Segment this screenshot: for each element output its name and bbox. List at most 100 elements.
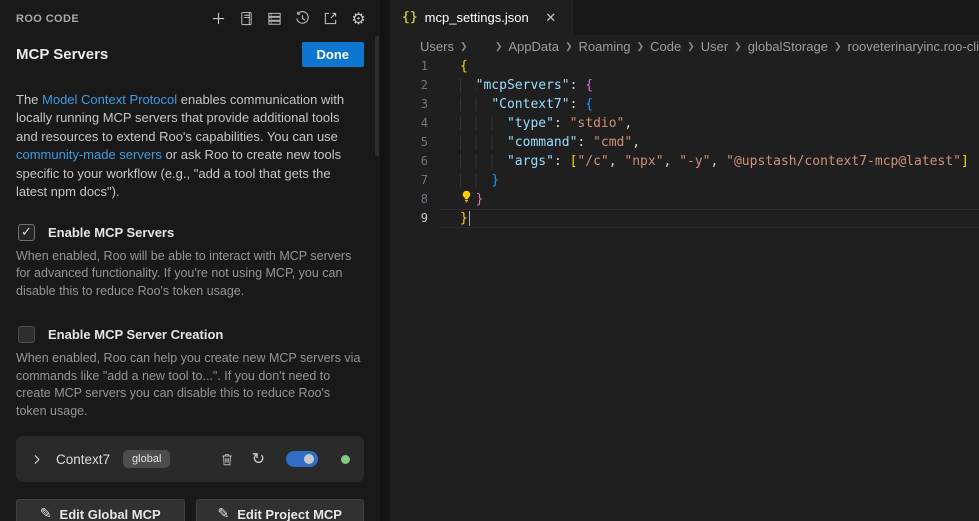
scope-badge: global xyxy=(123,450,170,468)
code-token: { xyxy=(460,59,468,74)
code-line[interactable]: 6 "args": ["/c", "npx", "-y", "@upstash/… xyxy=(390,152,979,171)
chevron-right-icon: ❯ xyxy=(687,40,695,52)
json-braces-icon: {} xyxy=(402,10,418,25)
chevron-right-icon: ❯ xyxy=(734,40,742,52)
mcp-server-icon[interactable] xyxy=(265,9,284,28)
code-line[interactable]: 3 "Context7": { xyxy=(390,95,979,114)
roo-code-panel: ROO CODE ⚙ MCP Servers Done The Model Co… xyxy=(0,0,385,521)
indent-guides xyxy=(460,78,476,93)
code-token: : xyxy=(570,97,586,112)
code-token: "cmd" xyxy=(593,135,632,150)
breadcrumb: Users ❯ ❯ AppData ❯ Roaming ❯ Code ❯ User ❯ globalS… xyxy=(390,35,979,57)
code-token: "/c" xyxy=(577,154,608,169)
enable-mcp-servers-description: When enabled, Roo will be able to intera… xyxy=(16,248,364,301)
breadcrumb-item[interactable]: Roaming xyxy=(579,39,631,54)
breadcrumb-item[interactable]: rooveterinaryinc.roo-cli xyxy=(848,39,979,54)
indent-guides xyxy=(460,154,507,169)
chevron-right-icon: ❯ xyxy=(834,40,842,52)
status-dot xyxy=(341,455,350,464)
enable-mcp-creation-description: When enabled, Roo can help you create ne… xyxy=(16,350,364,420)
code-token: : xyxy=(570,78,586,93)
close-icon[interactable]: ✕ xyxy=(542,9,560,27)
indent-guides xyxy=(460,173,491,188)
code-token: "command" xyxy=(507,135,577,150)
notebook-icon[interactable] xyxy=(237,9,256,28)
code-token: "stdio" xyxy=(570,116,625,131)
indent-guides xyxy=(460,135,507,150)
chevron-right-icon[interactable] xyxy=(30,453,43,466)
page-title: MCP Servers xyxy=(16,46,108,63)
code-token: : xyxy=(554,116,570,131)
tab-mcp-settings-json[interactable]: {} mcp_settings.json ✕ xyxy=(390,0,573,35)
pencil-icon: ✎ xyxy=(218,506,230,521)
code-line[interactable]: 8} xyxy=(390,190,979,209)
code-line[interactable]: 9} xyxy=(390,209,979,228)
panel-scrollbar[interactable] xyxy=(375,36,379,156)
enable-mcp-servers-label: Enable MCP Servers xyxy=(48,225,174,240)
breadcrumb-item[interactable]: User xyxy=(701,39,728,54)
refresh-icon[interactable]: ↻ xyxy=(252,451,265,467)
editor-group: {} mcp_settings.json ✕ Users ❯ ❯ AppData ❯ Ro… xyxy=(390,0,979,521)
line-number: 4 xyxy=(390,114,440,133)
code-line[interactable]: 1{ xyxy=(390,57,979,76)
line-number: 1 xyxy=(390,57,440,76)
code-line[interactable]: 2 "mcpServers": { xyxy=(390,76,979,95)
popout-icon[interactable] xyxy=(321,9,340,28)
code-token: "mcpServers" xyxy=(476,78,570,93)
edit-mcp-buttons: ✎Edit Global MCP ✎Edit Project MCP xyxy=(16,499,364,521)
gear-icon[interactable]: ⚙ xyxy=(349,9,368,28)
code-token: "Context7" xyxy=(491,97,569,112)
code-editor[interactable]: 1{2 "mcpServers": {3 "Context7": {4 "typ… xyxy=(390,57,979,521)
code-token: ] xyxy=(961,154,969,169)
code-token: { xyxy=(585,78,593,93)
code-line[interactable]: 5 "command": "cmd", xyxy=(390,133,979,152)
lightbulb-icon[interactable] xyxy=(460,190,476,203)
edit-global-mcp-button[interactable]: ✎Edit Global MCP xyxy=(16,499,185,521)
line-number: 7 xyxy=(390,171,440,190)
chevron-right-icon: ❯ xyxy=(637,40,645,52)
plus-icon[interactable] xyxy=(209,9,228,28)
code-line[interactable]: 7 } xyxy=(390,171,979,190)
code-line[interactable]: 4 "type": "stdio", xyxy=(390,114,979,133)
breadcrumb-item[interactable]: Users xyxy=(420,39,454,54)
code-token: , xyxy=(609,154,625,169)
chevron-right-icon: ❯ xyxy=(495,40,503,52)
code-token: "args" xyxy=(507,154,554,169)
code-token: } xyxy=(476,192,484,207)
community-made-servers-link[interactable]: community-made servers xyxy=(16,147,162,162)
model-context-protocol-link[interactable]: Model Context Protocol xyxy=(42,92,177,107)
trash-icon[interactable] xyxy=(220,452,234,467)
server-name: Context7 xyxy=(56,452,110,467)
server-enabled-toggle[interactable] xyxy=(286,451,318,467)
enable-mcp-servers-checkbox[interactable]: ✓ xyxy=(18,224,35,241)
code-token: } xyxy=(460,211,468,226)
code-token: , xyxy=(624,116,632,131)
breadcrumb-item[interactable]: globalStorage xyxy=(748,39,828,54)
code-token: , xyxy=(664,154,680,169)
chevron-right-icon: ❯ xyxy=(460,40,468,52)
pencil-icon: ✎ xyxy=(40,506,52,521)
server-row-context7[interactable]: Context7 global ↻ xyxy=(16,436,364,482)
line-number: 2 xyxy=(390,76,440,95)
panel-header: ROO CODE ⚙ xyxy=(0,0,380,28)
indent-guides xyxy=(460,116,507,131)
done-button[interactable]: Done xyxy=(302,42,365,67)
line-number: 3 xyxy=(390,95,440,114)
code-token: , xyxy=(632,135,640,150)
code-token: "@upstash/context7-mcp@latest" xyxy=(726,154,961,169)
indent-guides xyxy=(460,97,491,112)
history-icon[interactable] xyxy=(293,9,312,28)
tab-filename: mcp_settings.json xyxy=(425,10,529,25)
line-number: 5 xyxy=(390,133,440,152)
edit-project-mcp-button[interactable]: ✎Edit Project MCP xyxy=(196,499,365,521)
breadcrumb-item[interactable]: AppData xyxy=(508,39,559,54)
code-token: : xyxy=(554,154,570,169)
enable-mcp-creation-label: Enable MCP Server Creation xyxy=(48,327,223,342)
line-number: 8 xyxy=(390,190,440,209)
panel-header-icons: ⚙ xyxy=(209,9,368,28)
text-cursor xyxy=(469,211,471,226)
breadcrumb-item[interactable]: Code xyxy=(650,39,681,54)
enable-mcp-creation-checkbox[interactable] xyxy=(18,326,35,343)
code-token: "-y" xyxy=(679,154,710,169)
code-token: } xyxy=(491,173,499,188)
